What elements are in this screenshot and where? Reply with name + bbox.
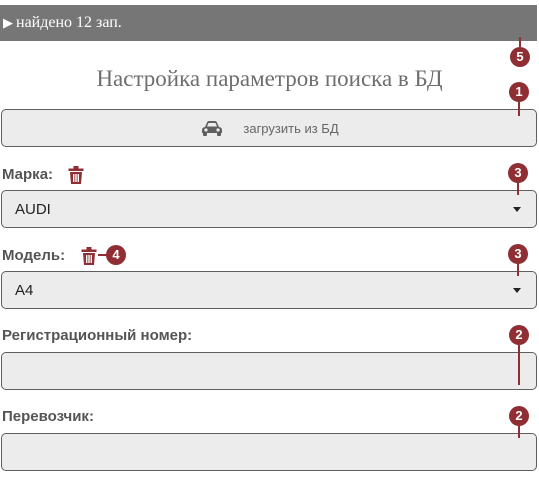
annotation-pointer — [518, 102, 520, 116]
page-title: Настройка параметров поиска в БД — [96, 66, 443, 91]
results-count-text: найдено 12 зап. — [16, 14, 122, 31]
brand-select-value: AUDI — [15, 200, 51, 218]
chevron-down-icon — [513, 207, 521, 212]
annotation-pointer — [518, 345, 520, 385]
reg-number-input[interactable] — [1, 352, 537, 390]
annotation-badge: 5 — [510, 47, 530, 67]
annotation-badge: 4 — [106, 245, 126, 265]
annotation-badge: 2 — [509, 406, 529, 426]
annotation-pointer — [519, 37, 521, 47]
brand-select[interactable]: AUDI — [1, 190, 537, 228]
annotation-badge: 1 — [509, 82, 529, 102]
carrier-label: Перевозчик: — [2, 408, 94, 425]
annotation-badge: 3 — [508, 163, 528, 183]
annotation-badge: 3 — [508, 244, 528, 264]
clear-model-trash-icon[interactable] — [81, 247, 97, 265]
results-status-bar[interactable]: ▶ найдено 12 зап. — [0, 5, 537, 41]
chevron-down-icon — [513, 288, 521, 293]
load-from-db-label: загрузить из БД — [243, 120, 339, 136]
model-select-value: A4 — [15, 281, 34, 299]
brand-label: Марка: — [2, 166, 54, 183]
annotation-badge: 2 — [509, 325, 529, 345]
model-label: Модель: — [2, 247, 66, 264]
reg-number-label: Регистрационный номер: — [2, 327, 193, 344]
carrier-input[interactable] — [1, 433, 537, 471]
load-from-db-button[interactable]: загрузить из БД — [1, 109, 537, 147]
clear-brand-trash-icon[interactable] — [68, 166, 84, 184]
car-icon — [202, 121, 223, 136]
annotation-pointer — [517, 264, 519, 276]
model-select[interactable]: A4 — [1, 271, 537, 309]
annotation-pointer — [517, 183, 519, 195]
annotation-pointer — [518, 426, 520, 438]
expand-arrow-icon[interactable]: ▶ — [3, 5, 13, 41]
